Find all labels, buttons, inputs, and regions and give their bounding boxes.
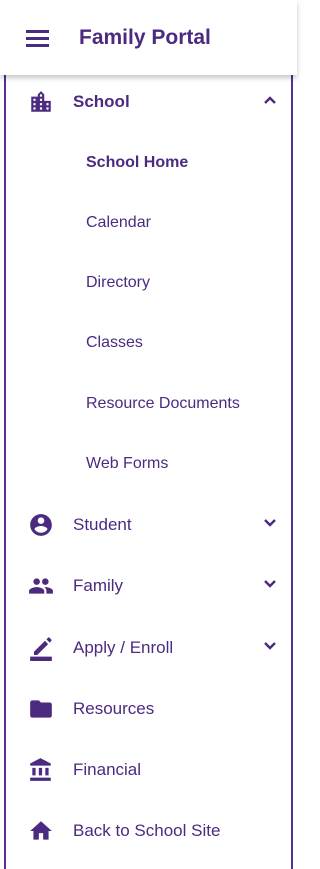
subnav-web-forms[interactable]: Web Forms — [86, 455, 168, 473]
nav-item-financial[interactable]: Financial — [0, 744, 297, 796]
nav-label-apply-enroll: Apply / Enroll — [73, 638, 174, 657]
nav-drawer-frame — [4, 0, 293, 869]
home-icon — [30, 821, 52, 840]
pencil-icon — [30, 637, 52, 661]
bank-icon — [30, 758, 51, 781]
nav-label-resources: Resources — [73, 699, 155, 718]
subnav-school-home[interactable]: School Home — [86, 154, 188, 172]
subnav-classes[interactable]: Classes — [86, 334, 143, 352]
nav-label-back-to-school-site: Back to School Site — [73, 821, 221, 840]
subnav-directory[interactable]: Directory — [86, 274, 150, 292]
subnav-resource-documents[interactable]: Resource Documents — [86, 395, 240, 413]
chevron-down-icon[interactable] — [262, 640, 278, 652]
chevron-down-icon[interactable] — [262, 517, 278, 529]
nav-item-back-to-school-site[interactable]: Back to School Site — [0, 805, 297, 857]
nav-item-resources[interactable]: Resources — [0, 683, 297, 735]
hamburger-menu-icon[interactable] — [26, 28, 50, 48]
account-circle-icon — [30, 514, 52, 536]
chevron-up-icon[interactable] — [262, 94, 278, 106]
chevron-down-icon[interactable] — [262, 578, 278, 590]
nav-label-school: School — [73, 92, 130, 111]
nav-label-student: Student — [73, 515, 132, 534]
app-title: Family Portal — [79, 26, 211, 49]
folder-icon — [30, 700, 52, 718]
nav-item-apply-enroll[interactable]: Apply / Enroll — [0, 622, 297, 674]
nav-label-financial: Financial — [73, 760, 142, 779]
nav-item-school[interactable]: School — [0, 76, 297, 128]
nav-label-family: Family — [73, 576, 124, 595]
people-icon — [29, 578, 53, 594]
app-header: Family Portal — [0, 0, 297, 75]
nav-item-student[interactable]: Student — [0, 499, 297, 551]
school-building-icon — [31, 91, 51, 112]
subnav-calendar[interactable]: Calendar — [86, 214, 151, 232]
nav-item-family[interactable]: Family — [0, 560, 297, 612]
